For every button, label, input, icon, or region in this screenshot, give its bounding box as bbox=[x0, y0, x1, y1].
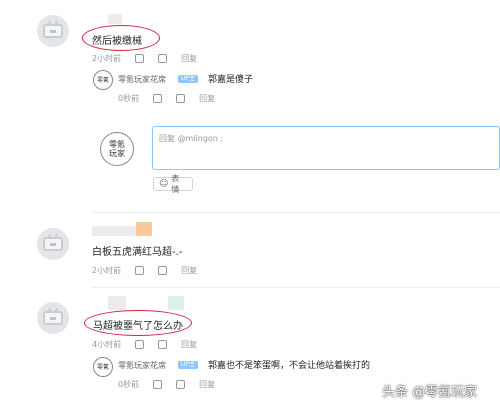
dislike-icon[interactable] bbox=[158, 340, 168, 349]
tv-avatar-icon bbox=[43, 311, 63, 325]
comment-text: 马超被噩气了怎么办 bbox=[93, 321, 183, 332]
up-badge: UP主 bbox=[178, 361, 199, 369]
username-blurred bbox=[136, 222, 152, 236]
comment-meta: 2小时前 回复 bbox=[92, 53, 197, 64]
dislike-icon[interactable] bbox=[158, 54, 168, 63]
like-icon[interactable] bbox=[153, 94, 163, 103]
username-blurred bbox=[108, 296, 126, 310]
dislike-icon[interactable] bbox=[158, 266, 168, 275]
current-user-avatar: 零氪 玩家 bbox=[100, 132, 134, 166]
emoji-button[interactable]: ☺ 表情 bbox=[153, 174, 193, 194]
dislike-icon[interactable] bbox=[176, 94, 186, 103]
reply-text: 郭嘉是傻子 bbox=[208, 75, 254, 85]
dislike-icon[interactable] bbox=[176, 380, 186, 389]
like-icon[interactable] bbox=[135, 266, 145, 275]
comment-avatar[interactable] bbox=[37, 302, 69, 334]
up-badge: UP主 bbox=[178, 75, 199, 83]
reply-username[interactable]: 零氪玩家花席 bbox=[118, 74, 166, 85]
reply-button[interactable]: 回复 bbox=[199, 379, 215, 390]
tv-avatar-icon bbox=[43, 24, 63, 38]
reply-time: 0秒前 bbox=[118, 94, 140, 103]
reply-time: 0秒前 bbox=[118, 380, 140, 389]
divider bbox=[92, 287, 500, 288]
watermark: 头条 @零氪玩家 bbox=[382, 385, 478, 400]
like-icon[interactable] bbox=[153, 380, 163, 389]
reply-avatar-text: 零氪 bbox=[96, 76, 109, 84]
reply-button[interactable]: 回复 bbox=[199, 93, 215, 104]
reply-meta: 0秒前 回复 bbox=[118, 379, 215, 390]
reply-avatar[interactable]: 零氪 bbox=[93, 357, 113, 377]
reply-avatar[interactable]: 零氪 bbox=[93, 70, 113, 90]
comment-text: 白板五虎满红马超-.- bbox=[92, 247, 183, 258]
comment-meta: 4小时前 回复 bbox=[92, 339, 197, 350]
divider bbox=[92, 212, 500, 213]
like-icon[interactable] bbox=[135, 54, 145, 63]
comment-meta: 2小时前 回复 bbox=[92, 265, 197, 276]
tv-avatar-icon bbox=[43, 237, 63, 251]
username-blurred bbox=[92, 226, 136, 236]
smile-icon: ☺ bbox=[159, 179, 169, 189]
comment-time: 4小时前 bbox=[92, 340, 122, 349]
username-blurred bbox=[168, 296, 184, 310]
like-icon[interactable] bbox=[135, 340, 145, 349]
comment-avatar[interactable] bbox=[37, 15, 69, 47]
reply-placeholder: 回复 @mlingon : bbox=[159, 134, 224, 143]
comment-time: 2小时前 bbox=[92, 266, 122, 275]
reply-text: 郭嘉也不是笨蛋啊，不会让他站着挨打的 bbox=[208, 361, 371, 371]
comment-time: 2小时前 bbox=[92, 54, 122, 63]
comment-text: 然后被缴械 bbox=[92, 36, 142, 47]
reply-input[interactable]: 回复 @mlingon : bbox=[152, 126, 500, 170]
reply-avatar-text: 零氪 bbox=[96, 363, 109, 371]
username-blurred bbox=[108, 14, 122, 24]
comment-avatar[interactable] bbox=[37, 228, 69, 260]
reply-button[interactable]: 回复 bbox=[181, 339, 197, 350]
reply-button[interactable]: 回复 bbox=[181, 53, 197, 64]
reply-username[interactable]: 零氪玩家花席 bbox=[118, 360, 166, 371]
reply-button[interactable]: 回复 bbox=[181, 265, 197, 276]
reply-meta: 0秒前 回复 bbox=[118, 93, 215, 104]
